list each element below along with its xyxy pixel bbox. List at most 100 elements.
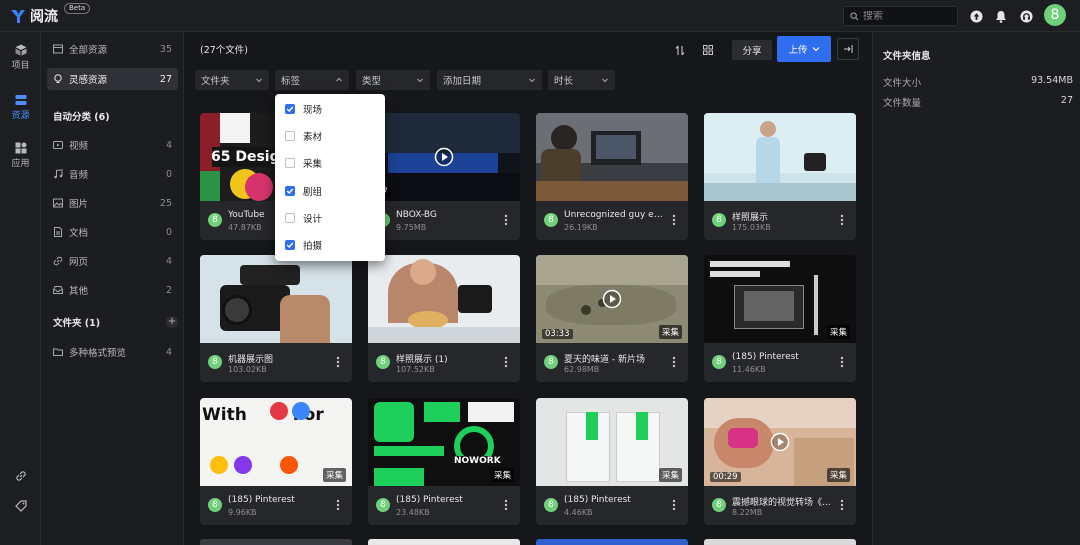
file-size: 62.98MB <box>564 365 600 374</box>
file-card[interactable]: 8 样照展示 175.03KB <box>704 113 856 240</box>
file-card[interactable]: 8 Unrecognized guy edi... 26.19KB <box>536 113 688 240</box>
file-card[interactable]: 8 机器展示图 103.02KB <box>200 255 352 382</box>
checkbox[interactable] <box>285 158 295 168</box>
filter-duration[interactable]: 时长 <box>548 70 615 90</box>
file-card[interactable]: 采集 8 (185) Pinterest 4.46KB <box>536 398 688 525</box>
sidebar-item-all[interactable]: 全部资源 35 <box>47 38 178 60</box>
tag-option[interactable]: 采集 <box>285 155 322 171</box>
checkbox[interactable] <box>285 131 295 141</box>
filter-label: 添加日期 <box>443 76 482 87</box>
more-icon[interactable] <box>840 355 844 369</box>
file-card[interactable]: 17 8 NBOX-BG 9.75MB <box>368 113 520 240</box>
search-box[interactable] <box>843 6 958 26</box>
upload-button[interactable]: 上传 <box>777 36 831 62</box>
file-card[interactable]: 采集 8 (185) Pinterest 11.46KB <box>704 255 856 382</box>
panel-collapse-icon <box>844 45 853 53</box>
grid-view-icon[interactable] <box>701 40 715 60</box>
sidebar-item-count: 25 <box>159 197 172 209</box>
tag-option[interactable]: 现场 <box>285 101 322 117</box>
folder-icon <box>53 348 63 356</box>
sidebar-item-folder[interactable]: 多种格式预览 4 <box>47 341 178 363</box>
cube-icon <box>15 44 26 56</box>
file-name: (185) Pinterest <box>228 495 295 505</box>
source-tag: 采集 <box>826 468 850 482</box>
share-button[interactable]: 分享 <box>732 40 772 60</box>
more-icon[interactable] <box>504 355 508 369</box>
sidebar-item-count: 35 <box>159 43 172 55</box>
filter-type[interactable]: 类型 <box>356 70 430 90</box>
filter-date-added[interactable]: 添加日期 <box>437 70 542 90</box>
more-icon[interactable] <box>336 498 340 512</box>
tag-option[interactable]: 剧组 <box>285 183 322 199</box>
more-icon[interactable] <box>336 355 340 369</box>
checkbox[interactable] <box>285 213 295 223</box>
thumbnail: 采集 <box>704 255 856 343</box>
sort-icon[interactable] <box>673 40 687 60</box>
sidebar-item-inspiration[interactable]: 灵感资源 27 <box>47 68 178 90</box>
bell-icon[interactable] <box>994 9 1008 23</box>
headset-icon[interactable] <box>1019 9 1033 23</box>
more-icon[interactable] <box>672 213 676 227</box>
file-size: 107.52KB <box>396 365 435 374</box>
checkbox-checked[interactable] <box>285 186 295 196</box>
rail-item-apps[interactable]: 应用 <box>0 142 41 169</box>
card-meta: 8 (185) Pinterest 23.48KB <box>368 486 520 525</box>
more-icon[interactable] <box>672 498 676 512</box>
filter-tags[interactable]: 标签 <box>275 70 349 90</box>
card-meta: 8 样照展示 175.03KB <box>704 201 856 240</box>
tag-icon[interactable] <box>0 500 41 514</box>
file-name: 机器展示图 <box>228 355 274 365</box>
owner-avatar: 8 <box>208 498 222 512</box>
rail-label-resources: 资源 <box>11 111 30 121</box>
app-logo[interactable]: 阅流 Beta <box>10 3 91 26</box>
upload-arrow-icon[interactable] <box>969 9 983 23</box>
file-card[interactable]: 00:29 采集 8 震撼眼球的视觉转场《... 8.22MB <box>704 398 856 525</box>
file-card[interactable]: With For 采集 8 (185) Pinterest 9.96KB <box>200 398 352 525</box>
more-icon[interactable] <box>840 213 844 227</box>
file-card[interactable]: 03:33 采集 8 夏天的味道 - 新片场 62.98MB <box>536 255 688 382</box>
more-icon[interactable] <box>840 498 844 512</box>
filter-folder[interactable]: 文件夹 <box>195 70 269 90</box>
search-input[interactable] <box>863 10 953 22</box>
sidebar-item-label: 多种格式预览 <box>69 348 127 359</box>
add-folder-button[interactable]: + <box>166 316 178 328</box>
sidebar-item-document[interactable]: 文档 0 <box>47 221 178 243</box>
owner-avatar: 8 <box>712 355 726 369</box>
more-icon[interactable] <box>504 498 508 512</box>
owner-avatar: 8 <box>712 498 726 512</box>
collapse-panel-button[interactable] <box>837 38 859 60</box>
main-toolbar: (27个文件) 分享 上传 <box>184 32 872 66</box>
file-card[interactable]: NOWORK 采集 8 (185) Pinterest 23.48KB <box>368 398 520 525</box>
lightbulb-icon <box>54 74 62 83</box>
link-icon[interactable] <box>0 470 41 484</box>
file-size: 9.96KB <box>228 508 257 517</box>
checkbox-checked[interactable] <box>285 240 295 250</box>
tag-option[interactable]: 素材 <box>285 128 322 144</box>
thumbnail <box>704 113 856 201</box>
file-card-partial <box>704 539 856 545</box>
file-name: 震撼眼球的视觉转场《... <box>732 498 831 508</box>
file-card-partial <box>368 539 520 545</box>
more-icon[interactable] <box>504 213 508 227</box>
play-icon <box>602 289 622 309</box>
nav-rail: 项目 资源 应用 <box>0 32 41 545</box>
rail-item-projects[interactable]: 项目 <box>0 44 41 71</box>
user-avatar[interactable]: 8 <box>1044 4 1066 26</box>
box-icon <box>53 44 63 54</box>
file-card[interactable]: 8 样照展示 (1) 107.52KB <box>368 255 520 382</box>
sidebar-item-webpage[interactable]: 网页 4 <box>47 250 178 272</box>
more-icon[interactable] <box>672 355 676 369</box>
source-tag: 采集 <box>490 468 514 482</box>
sidebar-item-audio[interactable]: 音频 0 <box>47 163 178 185</box>
sidebar-item-video[interactable]: 视频 4 <box>47 134 178 156</box>
sidebar-item-image[interactable]: 图片 25 <box>47 192 178 214</box>
checkbox-checked[interactable] <box>285 104 295 114</box>
sidebar-item-other[interactable]: 其他 2 <box>47 279 178 301</box>
rail-item-resources[interactable]: 资源 <box>0 94 41 121</box>
sidebar-item-label: 文档 <box>69 228 89 239</box>
tag-option[interactable]: 设计 <box>285 210 322 226</box>
source-tag: 采集 <box>658 468 682 482</box>
info-label: 文件数量 <box>883 98 922 109</box>
sidebar-item-label: 图片 <box>69 199 89 210</box>
tag-option[interactable]: 拍摄 <box>285 237 322 253</box>
